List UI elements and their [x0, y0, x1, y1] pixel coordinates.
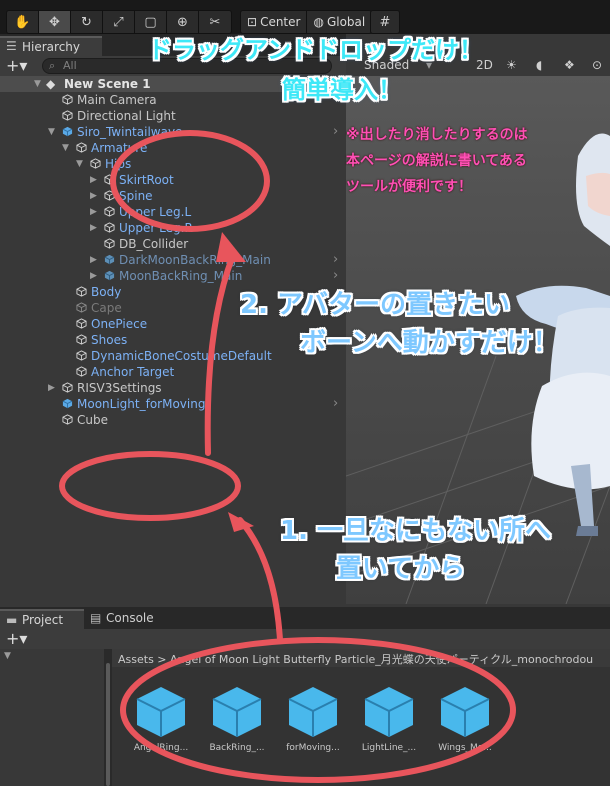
arrowhead-2	[216, 232, 246, 262]
empty-area-circle	[59, 451, 241, 521]
note-line3: ツールが便利です！	[346, 179, 472, 195]
assets-circle	[120, 637, 516, 783]
note-line1: ※出したり消したりするのは	[346, 127, 528, 143]
step2-line1: 2. アバターの置きたい	[240, 290, 510, 320]
note-line2: 本ページの解説に書いてある	[346, 153, 527, 169]
headline-line2: 簡単導入！	[282, 76, 402, 104]
drag-arrow-1	[237, 517, 283, 643]
headline-line1: ドラッグアンドドロップだけ！	[148, 36, 484, 64]
annotation-overlay	[59, 130, 516, 783]
drag-arrow-2	[204, 255, 235, 456]
step1-line1: 1. 一旦なにもない所へ	[280, 516, 552, 546]
step2-line2: ボーンへ動かすだけ！	[300, 328, 559, 358]
step1-line2: 置いてから	[336, 554, 466, 584]
target-bone-circle	[110, 130, 270, 232]
